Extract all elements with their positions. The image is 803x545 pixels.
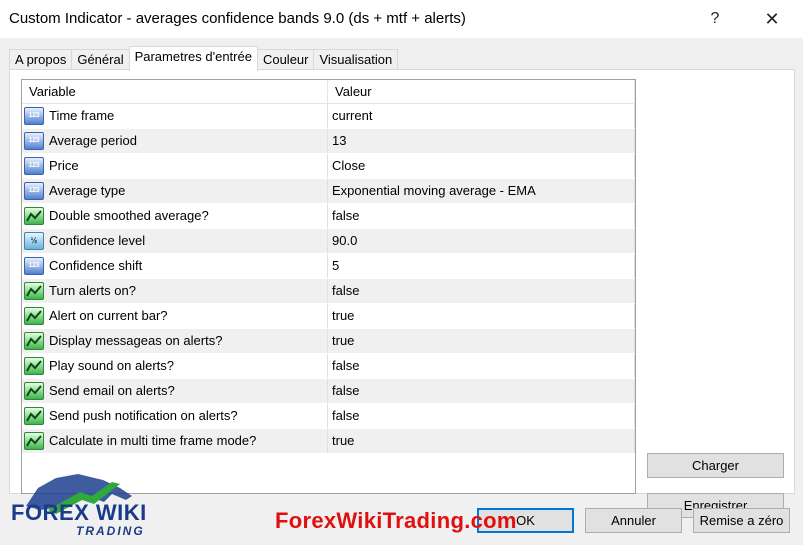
table-row[interactable]: 123 Time frame current [22, 104, 635, 129]
value-cell[interactable]: 13 [328, 129, 635, 153]
variable-cell: Display messageas on alerts? [22, 329, 328, 353]
table-row[interactable]: 123 Average period 13 [22, 129, 635, 154]
variable-cell: Send push notification on alerts? [22, 404, 328, 428]
column-header-value[interactable]: Valeur [328, 80, 635, 104]
table-row[interactable]: 123 Confidence shift 5 [22, 254, 635, 279]
boolean-type-icon [24, 332, 44, 350]
tab-strip: A propos Général Parametres d'entrée Couleu… [9, 46, 399, 71]
value-cell[interactable]: 5 [328, 254, 635, 278]
logo-forex-text: FOREX WIKI [11, 500, 147, 525]
value-cell[interactable]: false [328, 404, 635, 428]
table-row[interactable]: Display messageas on alerts? true [22, 329, 635, 354]
title-bar: Custom Indicator - averages confidence b… [0, 0, 803, 38]
watermark-site-text: ForexWikiTrading.com [275, 508, 517, 533]
number-type-icon: 123 [24, 157, 44, 175]
grid-header: Variable Valeur [22, 80, 635, 104]
value-cell[interactable]: true [328, 329, 635, 353]
variable-cell: 123 Price [22, 154, 328, 178]
variable-name: Average type [49, 183, 126, 198]
variable-name: Send push notification on alerts? [49, 408, 238, 423]
variable-name: Send email on alerts? [49, 383, 175, 398]
cancel-button[interactable]: Annuler [585, 508, 682, 533]
help-icon: ? [710, 10, 720, 27]
double-type-icon: ½ [24, 232, 44, 250]
tab-4[interactable]: Visualisation [313, 49, 399, 71]
value-cell[interactable]: 90.0 [328, 229, 635, 253]
table-row[interactable]: Send email on alerts? false [22, 379, 635, 404]
number-type-icon: 123 [24, 257, 44, 275]
table-row[interactable]: Double smoothed average? false [22, 204, 635, 229]
dialog-client: A propos Général Parametres d'entrée Couleu… [0, 38, 803, 545]
variable-cell: 123 Confidence shift [22, 254, 328, 278]
value-cell[interactable]: false [328, 354, 635, 378]
variable-cell: 123 Time frame [22, 104, 328, 128]
variable-name: Display messageas on alerts? [49, 333, 223, 348]
variable-name: Turn alerts on? [49, 283, 136, 298]
number-type-icon: 123 [24, 132, 44, 150]
parameters-grid[interactable]: Variable Valeur 123 Time frame current 123 A… [21, 79, 636, 494]
tab-3[interactable]: Couleur [256, 49, 315, 71]
table-row[interactable]: Alert on current bar? true [22, 304, 635, 329]
tab-0[interactable]: A propos [9, 49, 73, 71]
tab-2[interactable]: Parametres d'entrée [128, 46, 258, 71]
boolean-type-icon [24, 407, 44, 425]
variable-name: Confidence shift [49, 258, 143, 273]
tab-1[interactable]: Général [71, 49, 130, 71]
variable-cell: Play sound on alerts? [22, 354, 328, 378]
table-row[interactable]: Play sound on alerts? false [22, 354, 635, 379]
boolean-type-icon [24, 382, 44, 400]
variable-name: Double smoothed average? [49, 208, 209, 223]
grid-rows: 123 Time frame current 123 Average period 13 1… [22, 104, 635, 454]
reset-button[interactable]: Remise a zéro [693, 508, 790, 533]
value-cell[interactable]: true [328, 429, 635, 453]
logo-trading-text: TRADING [76, 524, 145, 538]
variable-cell: 123 Average period [22, 129, 328, 153]
table-row[interactable]: 123 Price Close [22, 154, 635, 179]
variable-cell: Alert on current bar? [22, 304, 328, 328]
variable-cell: 123 Average type [22, 179, 328, 203]
table-row[interactable]: Send push notification on alerts? false [22, 404, 635, 429]
window-title: Custom Indicator - averages confidence b… [9, 10, 466, 27]
variable-name: Calculate in multi time frame mode? [49, 433, 257, 448]
close-icon: ✕ [764, 8, 780, 29]
value-cell[interactable]: Exponential moving average - EMA [328, 179, 635, 203]
boolean-type-icon [24, 282, 44, 300]
variable-cell: ½ Confidence level [22, 229, 328, 253]
value-cell[interactable]: false [328, 379, 635, 403]
column-header-variable[interactable]: Variable [22, 80, 328, 104]
number-type-icon: 123 [24, 182, 44, 200]
value-cell[interactable]: false [328, 279, 635, 303]
variable-name: Alert on current bar? [49, 308, 168, 323]
variable-cell: Send email on alerts? [22, 379, 328, 403]
variable-name: Time frame [49, 108, 115, 123]
value-cell[interactable]: true [328, 304, 635, 328]
variable-cell: Double smoothed average? [22, 204, 328, 228]
help-button[interactable]: ? [692, 0, 738, 38]
variable-name: Play sound on alerts? [49, 358, 175, 373]
table-row[interactable]: 123 Average type Exponential moving averag… [22, 179, 635, 204]
load-button[interactable]: Charger [647, 453, 784, 478]
table-row[interactable]: ½ Confidence level 90.0 [22, 229, 635, 254]
variable-cell: Turn alerts on? [22, 279, 328, 303]
table-row[interactable]: Turn alerts on? false [22, 279, 635, 304]
tab-panel-inputs: Variable Valeur 123 Time frame current 123 A… [9, 69, 795, 518]
variable-cell: Calculate in multi time frame mode? [22, 429, 328, 453]
variable-name: Confidence level [49, 233, 146, 248]
variable-name: Average period [49, 133, 137, 148]
number-type-icon: 123 [24, 107, 44, 125]
value-cell[interactable]: current [328, 104, 635, 128]
watermark-logo: FOREX WIKI TRADING [8, 466, 158, 544]
boolean-type-icon [24, 307, 44, 325]
table-row[interactable]: Calculate in multi time frame mode? true [22, 429, 635, 454]
close-button[interactable]: ✕ [749, 0, 795, 38]
variable-name: Price [49, 158, 79, 173]
value-cell[interactable]: false [328, 204, 635, 228]
value-cell[interactable]: Close [328, 154, 635, 178]
boolean-type-icon [24, 357, 44, 375]
boolean-type-icon [24, 207, 44, 225]
boolean-type-icon [24, 432, 44, 450]
